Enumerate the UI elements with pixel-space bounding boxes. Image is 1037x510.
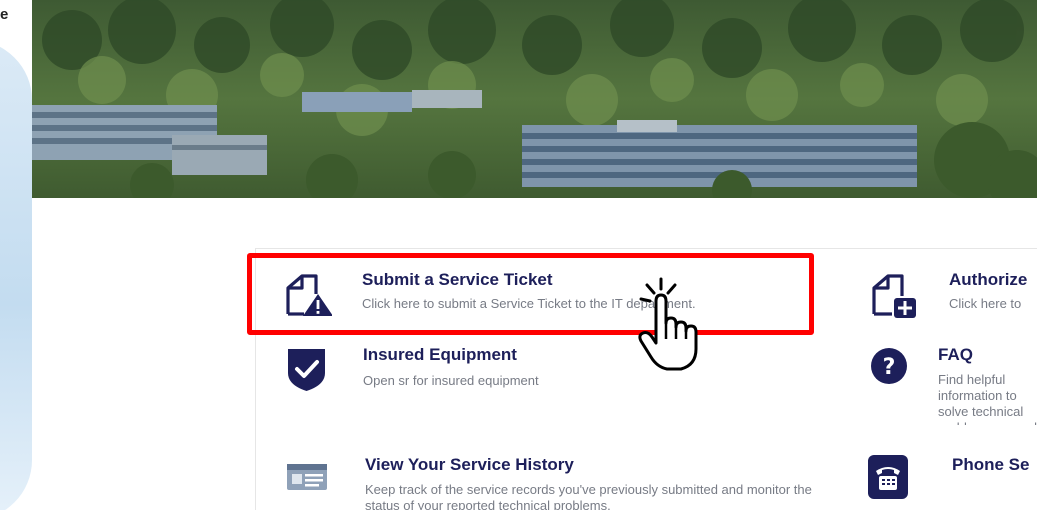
shield-check-icon	[288, 349, 325, 391]
faq-card[interactable]: ? FAQ Find helpful information to solve …	[868, 345, 1037, 425]
service-history-desc: Keep track of the service records you've…	[365, 482, 812, 510]
insured-equipment-title[interactable]: Insured Equipment	[363, 345, 517, 365]
hero-banner-image	[32, 0, 1037, 198]
insured-equipment-desc: Open sr for insured equipment	[363, 373, 539, 388]
authorize-desc: Click here to	[949, 296, 1022, 311]
hand-pointer-icon	[638, 277, 698, 371]
left-decor-strip: e	[0, 0, 32, 510]
phone-title[interactable]: Phone Se	[952, 455, 1029, 475]
submit-ticket-card[interactable]: Submit a Service Ticket Click here to su…	[282, 270, 802, 320]
authorize-title[interactable]: Authorize	[949, 270, 1027, 290]
authorize-card[interactable]: Authorize Click here to	[868, 270, 1037, 320]
faq-title[interactable]: FAQ	[938, 345, 973, 365]
submit-ticket-title[interactable]: Submit a Service Ticket	[362, 270, 553, 290]
left-swoosh-decoration	[0, 40, 32, 510]
left-text-fragment: e	[0, 6, 9, 23]
history-list-icon	[287, 464, 327, 490]
question-icon: ?	[871, 348, 907, 384]
phone-icon	[868, 455, 908, 499]
ticket-warning-icon	[286, 274, 332, 316]
service-history-card[interactable]: View Your Service History Keep track of …	[285, 455, 815, 510]
svg-text:?: ?	[883, 355, 896, 380]
document-add-icon	[872, 274, 916, 318]
faq-desc: Find helpful information to solve techni…	[938, 372, 1037, 425]
phone-card[interactable]: Phone Se	[868, 455, 1037, 510]
service-history-title[interactable]: View Your Service History	[365, 455, 574, 475]
